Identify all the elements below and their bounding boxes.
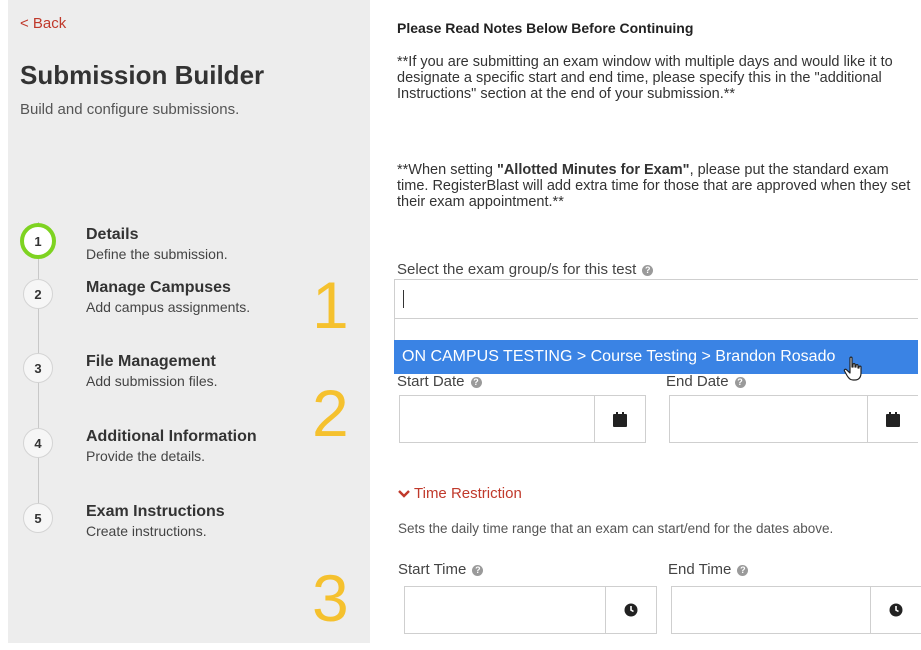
question-circle-icon[interactable]: ? bbox=[734, 376, 746, 388]
end-time-input[interactable] bbox=[671, 586, 921, 634]
start-date-label: Start Date? bbox=[397, 373, 482, 390]
end-date-calendar-button[interactable] bbox=[867, 396, 918, 442]
start-time-label: Start Time? bbox=[398, 561, 484, 578]
question-circle-icon[interactable]: ? bbox=[470, 376, 482, 388]
end-time-clock-button[interactable] bbox=[870, 587, 921, 633]
clock-icon bbox=[624, 603, 638, 617]
start-date-input[interactable] bbox=[399, 395, 646, 443]
hand-cursor-icon bbox=[843, 356, 862, 381]
notes-text: **When setting bbox=[397, 162, 497, 178]
question-circle-icon[interactable]: ? bbox=[642, 264, 654, 276]
exam-group-label-text: Select the exam group/s for this test bbox=[397, 261, 637, 278]
question-circle-icon[interactable]: ? bbox=[472, 564, 484, 576]
exam-group-label: Select the exam group/s for this test? bbox=[397, 261, 654, 278]
notes-emphasis: "Allotted Minutes for Exam" bbox=[496, 162, 690, 178]
exam-group-dropdown bbox=[394, 319, 918, 340]
start-date-calendar-button[interactable] bbox=[594, 396, 645, 442]
time-restriction-label: Time Restriction bbox=[414, 485, 522, 502]
start-time-input[interactable] bbox=[404, 586, 657, 634]
calendar-icon bbox=[613, 411, 627, 427]
clock-icon bbox=[889, 603, 903, 617]
end-date-input[interactable] bbox=[669, 395, 918, 443]
time-restriction-toggle[interactable]: Time Restriction bbox=[398, 485, 522, 502]
notes-paragraph: **If you are submitting an exam window w… bbox=[397, 54, 893, 102]
text-caret bbox=[403, 290, 404, 308]
exam-group-input[interactable] bbox=[394, 279, 918, 319]
start-date-label-text: Start Date bbox=[397, 373, 465, 390]
notes-paragraph: **When setting "Allotted Minutes for Exa… bbox=[397, 162, 917, 210]
main-content: Please Read Notes Below Before Continuin… bbox=[0, 0, 921, 650]
question-circle-icon[interactable]: ? bbox=[737, 564, 749, 576]
start-time-clock-button[interactable] bbox=[605, 587, 656, 633]
chevron-down-icon bbox=[398, 490, 410, 498]
end-time-label-text: End Time bbox=[668, 561, 732, 578]
dropdown-option-exam-group[interactable]: ON CAMPUS TESTING > Course Testing > Bra… bbox=[394, 340, 918, 374]
time-restriction-description: Sets the daily time range that an exam c… bbox=[398, 521, 834, 536]
end-date-label-text: End Date bbox=[666, 373, 729, 390]
notes-heading: Please Read Notes Below Before Continuin… bbox=[397, 20, 694, 36]
end-date-label: End Date? bbox=[666, 373, 746, 390]
end-time-label: End Time? bbox=[668, 561, 749, 578]
start-time-label-text: Start Time bbox=[398, 561, 467, 578]
calendar-icon bbox=[886, 411, 900, 427]
